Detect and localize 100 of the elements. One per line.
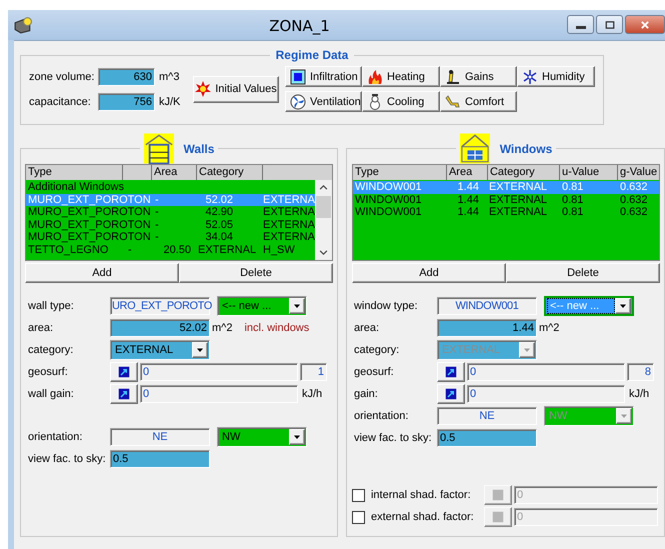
- cooling-button[interactable]: Cooling: [362, 91, 440, 112]
- input-field[interactable]: 756: [98, 92, 155, 110]
- field-label: wall gain:: [27, 388, 75, 400]
- minimize-button[interactable]: [567, 15, 594, 34]
- infiltration-button[interactable]: Infiltration: [285, 66, 362, 87]
- field-label: zone volume:: [29, 70, 96, 82]
- input-field[interactable]: 0: [140, 385, 298, 403]
- app-icon: [14, 16, 32, 34]
- input-field[interactable]: 8: [626, 363, 654, 381]
- square-icon: [290, 68, 306, 84]
- input-field[interactable]: 52.02: [110, 319, 210, 337]
- unit-label: m^2: [538, 322, 560, 334]
- snowman-icon: [367, 94, 383, 110]
- group-title: Windows: [500, 142, 552, 156]
- add-button[interactable]: Add: [25, 263, 179, 283]
- scrollbar-thumb[interactable]: [316, 196, 331, 218]
- maximize-button[interactable]: [596, 15, 623, 34]
- pick-button[interactable]: [436, 384, 465, 404]
- input-field[interactable]: WINDOW001: [436, 297, 537, 315]
- field-label: category:: [27, 344, 74, 356]
- field-label: orientation:: [27, 431, 84, 443]
- input-field[interactable]: 1.44: [436, 319, 537, 337]
- heating-button[interactable]: Heating: [362, 66, 440, 87]
- field-label: view fac. to sky:: [27, 453, 107, 465]
- field-label: wall type:: [27, 300, 75, 312]
- column-header: Category: [196, 165, 262, 180]
- add-button[interactable]: Add: [352, 263, 506, 283]
- list-row[interactable]: MURO_EXT_POROTON - 52.05 EXTERNA: [26, 218, 315, 232]
- input-field[interactable]: URO_EXT_POROTO: [110, 297, 210, 315]
- caret-icon: [293, 302, 301, 310]
- input-field[interactable]: 0.5: [436, 429, 537, 447]
- close-button[interactable]: [625, 15, 665, 34]
- square-icon: [492, 511, 504, 523]
- field-label: orientation:: [352, 410, 410, 422]
- chevron-down-icon: [318, 248, 328, 257]
- list-row[interactable]: MURO_EXT_POROTON - 42.90 EXTERNA: [26, 206, 315, 219]
- close-icon: [640, 20, 650, 30]
- dropdown[interactable]: NW: [217, 427, 307, 447]
- column-header: Area: [151, 165, 196, 180]
- arrow-icon: [444, 388, 457, 400]
- comfort-button[interactable]: Comfort: [440, 91, 517, 112]
- arrow-icon: [118, 388, 130, 400]
- delete-button[interactable]: Delete: [506, 263, 660, 283]
- column-header: g-Value: [616, 165, 657, 180]
- caret-icon: [293, 433, 301, 441]
- field-label: geosurf:: [352, 366, 395, 378]
- caret-icon: [620, 412, 628, 420]
- unit-label: kJ/h: [628, 388, 650, 400]
- list-row[interactable]: WINDOW001 1.44 EXTERNAL 0.81 0.632: [352, 206, 659, 219]
- unit-label: kJ/h: [302, 388, 322, 400]
- checkbox[interactable]: [352, 488, 365, 502]
- dropdown[interactable]: <-- new ...: [217, 296, 307, 316]
- dropdown[interactable]: EXTERNAL: [110, 340, 210, 360]
- field-label: area:: [352, 322, 380, 334]
- input-field[interactable]: 0: [466, 385, 625, 403]
- field-label: category:: [352, 344, 400, 356]
- input-field[interactable]: 0.5: [110, 450, 210, 468]
- input-field[interactable]: 0: [140, 363, 298, 381]
- input-field[interactable]: 1: [300, 363, 327, 381]
- caret-icon: [196, 346, 204, 354]
- checkbox-label: internal shad. factor:: [370, 489, 472, 501]
- pick-button[interactable]: [436, 362, 465, 382]
- maximize-icon: [604, 20, 614, 30]
- gains-button[interactable]: Gains: [440, 66, 517, 87]
- pick-button[interactable]: [110, 384, 138, 404]
- delete-button[interactable]: Delete: [178, 263, 333, 283]
- caret-icon: [522, 346, 531, 354]
- unit-label: m^2: [212, 322, 232, 334]
- list-row[interactable]: TETTO_LEGNO - 20.50 EXTERNAL H_SW: [26, 244, 315, 257]
- list-row[interactable]: Additional Windows: [26, 181, 315, 194]
- column-header: Area: [446, 165, 487, 180]
- input-field[interactable]: 0: [466, 363, 625, 381]
- humidity-button[interactable]: Humidity: [517, 66, 595, 87]
- list-row[interactable]: WINDOW001 1.44 EXTERNAL 0.81 0.632: [352, 194, 659, 206]
- field-label: capacitance:: [29, 96, 92, 108]
- group-title: Walls: [184, 142, 214, 156]
- minimize-icon: [576, 26, 586, 29]
- scrollbar[interactable]: [314, 180, 332, 260]
- unit-label: kJ/K: [159, 96, 182, 108]
- input-field[interactable]: 630: [98, 68, 155, 86]
- input-field[interactable]: NE: [110, 428, 210, 446]
- note-text: incl. windows: [244, 322, 310, 334]
- group-title: Regime Data: [276, 48, 348, 62]
- list-row[interactable]: MURO_EXT_POROTON - 34.04 EXTERNA: [26, 231, 315, 244]
- chevron-up-icon: [318, 183, 328, 192]
- chair-icon: [445, 94, 461, 110]
- pick-button[interactable]: [110, 362, 138, 382]
- lamp-icon: [445, 68, 461, 84]
- arrow-icon: [118, 366, 130, 378]
- unit-label: m^3: [159, 70, 180, 82]
- initial-values-button[interactable]: Initial Values: [193, 76, 279, 102]
- ventilation-button[interactable]: Ventilation: [285, 91, 362, 112]
- column-header: Type: [354, 165, 380, 180]
- window-title: ZONA_1: [268, 16, 331, 35]
- flame-icon: [367, 68, 383, 84]
- field-label: window type:: [352, 300, 419, 312]
- arrow-icon: [444, 366, 457, 378]
- checkbox[interactable]: [352, 510, 365, 524]
- checkbox-label: external shad. factor:: [370, 511, 475, 523]
- burst-icon: [195, 81, 212, 97]
